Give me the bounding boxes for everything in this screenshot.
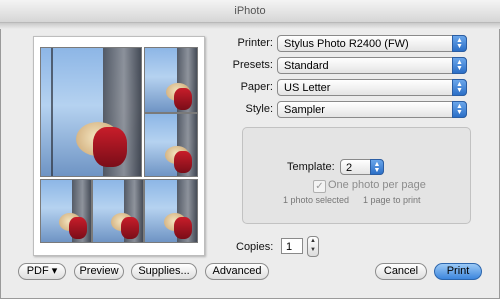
one-photo-label: One photo per page (328, 179, 426, 191)
style-label: Style: (245, 103, 273, 115)
printer-label: Printer: (237, 37, 273, 49)
updown-arrows-icon: ▲ ▼ (452, 57, 467, 74)
template-value: 2 (346, 162, 353, 174)
print-dialog-window: iPhoto Printer: Stylus Photo R2400 (FW) … (0, 0, 500, 299)
print-preview (33, 36, 205, 256)
preview-photo-small (144, 113, 198, 177)
template-popup[interactable]: 2 ▲ ▼ (340, 159, 384, 175)
paper-label: Paper: (240, 81, 273, 93)
sheet-shadow (0, 23, 500, 29)
paper-value: US Letter (284, 82, 331, 94)
supplies-button[interactable]: Supplies... (131, 263, 197, 280)
copies-field[interactable]: 1 (281, 238, 303, 254)
updown-arrows-icon: ▲ ▼ (370, 159, 384, 175)
pdf-button[interactable]: PDF ▾ (18, 263, 66, 280)
style-value: Sampler (284, 104, 325, 116)
printer-value: Stylus Photo R2400 (FW) (284, 38, 409, 50)
preview-photo-small (144, 179, 198, 243)
style-popup[interactable]: Sampler ▲ ▼ (277, 101, 467, 118)
photos-selected-text: 1 photo selected (283, 195, 350, 205)
preview-photo-large (40, 47, 142, 177)
cancel-button[interactable]: Cancel (375, 263, 427, 280)
updown-arrows-icon: ▲ ▼ (452, 79, 467, 96)
presets-label: Presets: (232, 59, 273, 71)
updown-arrows-icon: ▲ ▼ (452, 35, 467, 52)
preview-photo-small (92, 179, 144, 243)
template-label: Template: (287, 161, 335, 173)
printer-popup[interactable]: Stylus Photo R2400 (FW) ▲ ▼ (277, 35, 467, 52)
presets-popup[interactable]: Standard ▲ ▼ (277, 57, 467, 74)
advanced-button[interactable]: Advanced (205, 263, 269, 280)
paper-popup[interactable]: US Letter ▲ ▼ (277, 79, 467, 96)
updown-arrows-icon: ▲ ▼ (452, 101, 467, 118)
preview-photo-small (40, 179, 92, 243)
print-button[interactable]: Print (434, 263, 482, 280)
presets-value: Standard (284, 60, 329, 72)
pages-to-print-text: 1 page to print (363, 195, 421, 205)
style-options-group: Template: 2 ▲ ▼ ✓ One photo per page 1 ph… (242, 127, 471, 224)
stepper-arrows-icon[interactable]: ▲ ▼ (307, 236, 319, 257)
one-photo-checkbox[interactable]: ✓ (313, 180, 326, 193)
window-title: iPhoto (0, 0, 500, 23)
copies-label: Copies: (236, 241, 274, 253)
preview-photo-small (144, 47, 198, 113)
preview-button[interactable]: Preview (74, 263, 124, 280)
checkmark-icon: ✓ (315, 181, 324, 192)
